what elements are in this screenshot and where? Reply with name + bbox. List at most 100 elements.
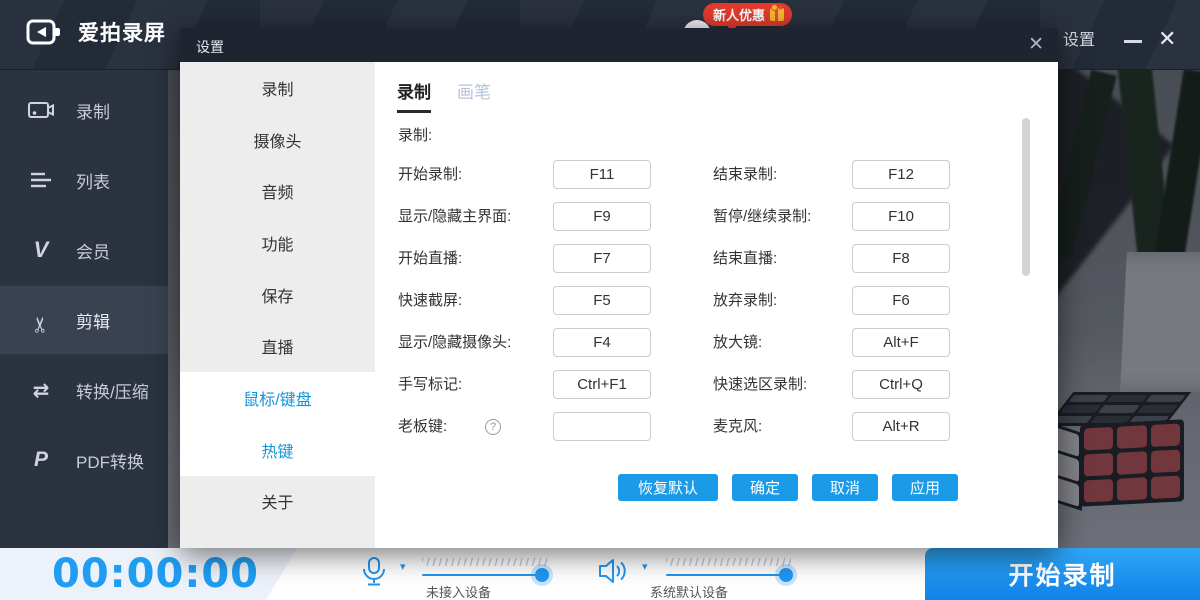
close-icon[interactable]: ✕ (1158, 26, 1176, 52)
hotkey-label: 放大镜: (713, 328, 762, 358)
section-label: 录制: (398, 124, 432, 145)
cancel-button[interactable]: 取消 (812, 474, 878, 501)
nav-item-audio[interactable]: 音频 (180, 165, 375, 217)
hotkey-input-stop-live[interactable]: F8 (852, 244, 950, 273)
hotkey-input-screenshot[interactable]: F5 (553, 286, 651, 315)
nav-item-function[interactable]: 功能 (180, 217, 375, 269)
restore-defaults-button[interactable]: 恢复默认 (618, 474, 718, 501)
speaker-icon[interactable] (598, 558, 628, 584)
hotkey-row: 显示/隐藏摄像头: F4 放大镜: Alt+F (398, 328, 1038, 358)
hotkey-input-discard[interactable]: F6 (852, 286, 950, 315)
hotkey-label: 开始录制: (398, 160, 462, 190)
hotkey-row: 开始录制: F11 结束录制: F12 (398, 160, 1038, 190)
speaker-slider-knob[interactable] (779, 568, 793, 582)
nav-item-mouse-keyboard[interactable]: 鼠标/键盘 (180, 372, 375, 424)
apply-button[interactable]: 应用 (892, 474, 958, 501)
app-title: 爱拍录屏 (78, 17, 166, 47)
hotkey-label: 暂停/继续录制: (713, 202, 811, 232)
sidebar-item-list[interactable]: 列表 (0, 146, 168, 214)
dialog-title-bar: 设置 ✕ (180, 28, 1058, 62)
question-mark-icon[interactable]: ? (485, 419, 501, 435)
settings-dialog: 设置 ✕ 录制 摄像头 音频 功能 保存 直播 鼠标/键盘 热键 关于 录制 画… (180, 28, 1058, 548)
nav-item-hotkey[interactable]: 热键 (180, 424, 375, 476)
nav-item-save[interactable]: 保存 (180, 269, 375, 321)
start-recording-button[interactable]: 开始录制 (925, 548, 1200, 600)
control-bar: 00:00:00 ▾ 未接入设备 ▾ 系统默认设备 开始录制 (0, 548, 1200, 600)
recording-timer: 00:00:00 (52, 551, 252, 597)
hotkey-label: 放弃录制: (713, 286, 777, 316)
sidebar-item-label: PDF转换 (76, 448, 144, 473)
sidebar-item-edit[interactable]: ✂ 剪辑 (0, 286, 168, 354)
topbar-settings-link[interactable]: 设置 (1063, 26, 1095, 50)
nav-item-live[interactable]: 直播 (180, 320, 375, 372)
dialog-buttons: 恢复默认 确定 取消 应用 (618, 474, 958, 501)
sidebar-item-pdf[interactable]: P PDF转换 (0, 426, 168, 494)
speaker-volume-slider[interactable] (666, 558, 791, 576)
sidebar-item-record[interactable]: 录制 (0, 76, 168, 144)
settings-content: 录制 画笔 录制: 开始录制: F11 结束录制: F12 显示/隐藏主界面: … (375, 62, 1058, 548)
hotkey-input-start-live[interactable]: F7 (553, 244, 651, 273)
hotkey-row: 手写标记: Ctrl+F1 快速选区录制: Ctrl+Q (398, 370, 1038, 400)
app-window: 爱拍录屏 新人优惠 设置 ✕ 录制 列表 V 会员 ✂ 剪 (0, 0, 1200, 600)
mic-dropdown-caret[interactable]: ▾ (400, 560, 406, 573)
hotkey-label: 快速选区录制: (713, 370, 807, 400)
app-logo-icon (26, 17, 62, 47)
hotkey-label: 开始直播: (398, 244, 462, 274)
mic-device-label: 未接入设备 (426, 582, 491, 600)
hotkey-row: 显示/隐藏主界面: F9 暂停/继续录制: F10 (398, 202, 1038, 232)
speaker-dropdown-caret[interactable]: ▾ (642, 560, 648, 573)
nav-item-record[interactable]: 录制 (180, 62, 375, 114)
member-v-icon: V (28, 237, 54, 263)
speaker-control: ▾ 系统默认设备 (598, 552, 808, 598)
scrollbar-thumb[interactable] (1022, 118, 1030, 276)
promo-badge-label: 新人优惠 (713, 5, 765, 24)
convert-arrows-icon: ⇄ (28, 378, 54, 403)
mic-slider-knob[interactable] (535, 568, 549, 582)
pdf-icon: P (28, 448, 54, 472)
sidebar-item-member[interactable]: V 会员 (0, 216, 168, 284)
hotkey-input-microphone[interactable]: Alt+R (852, 412, 950, 441)
hotkey-input-magnifier[interactable]: Alt+F (852, 328, 950, 357)
sidebar-item-label: 转换/压缩 (76, 378, 149, 403)
ok-button[interactable]: 确定 (732, 474, 798, 501)
hotkey-label: 显示/隐藏主界面: (398, 202, 511, 232)
gift-icon (770, 8, 784, 21)
hotkey-input-boss-key[interactable] (553, 412, 651, 441)
tab-record[interactable]: 录制 (397, 78, 431, 113)
hotkey-label: 老板键: (398, 412, 447, 442)
hotkey-input-region-record[interactable]: Ctrl+Q (852, 370, 950, 399)
promo-badge[interactable]: 新人优惠 (703, 3, 792, 26)
hotkey-label: 结束直播: (713, 244, 777, 274)
microphone-icon[interactable] (360, 557, 388, 587)
hotkey-row: 快速截屏: F5 放弃录制: F6 (398, 286, 1038, 316)
nav-item-about[interactable]: 关于 (180, 476, 375, 528)
main-sidebar: 录制 列表 V 会员 ✂ 剪辑 ⇄ 转换/压缩 P PDF转换 (0, 70, 168, 548)
slider-ticks (666, 558, 791, 566)
hotkey-input-pause-resume[interactable]: F10 (852, 202, 950, 231)
hotkey-row: 开始直播: F7 结束直播: F8 (398, 244, 1038, 274)
microphone-control: ▾ 未接入设备 (360, 552, 560, 598)
hotkey-input-toggle-camera[interactable]: F4 (553, 328, 651, 357)
hotkey-row: 老板键: ? 麦克风: Alt+R (398, 412, 1038, 442)
list-icon (28, 171, 54, 189)
sidebar-item-label: 剪辑 (76, 308, 110, 333)
hotkey-input-toggle-ui[interactable]: F9 (553, 202, 651, 231)
hotkey-label: 麦克风: (713, 412, 762, 442)
sidebar-item-label: 列表 (76, 168, 110, 193)
sidebar-item-label: 会员 (76, 238, 110, 263)
hotkey-label: 快速截屏: (398, 286, 462, 316)
hotkey-input-start-record[interactable]: F11 (553, 160, 651, 189)
settings-nav: 录制 摄像头 音频 功能 保存 直播 鼠标/键盘 热键 关于 (180, 62, 375, 548)
hotkey-label: 结束录制: (713, 160, 777, 190)
minimize-icon[interactable] (1124, 40, 1142, 43)
mic-volume-slider[interactable] (422, 558, 547, 576)
nav-item-camera[interactable]: 摄像头 (180, 114, 375, 166)
tab-brush[interactable]: 画笔 (457, 78, 491, 113)
dialog-close-icon[interactable]: ✕ (1028, 33, 1044, 56)
slider-ticks (422, 558, 547, 566)
hotkey-label: 手写标记: (398, 370, 462, 400)
hotkey-input-handwriting[interactable]: Ctrl+F1 (553, 370, 651, 399)
hotkey-input-stop-record[interactable]: F12 (852, 160, 950, 189)
sidebar-item-convert[interactable]: ⇄ 转换/压缩 (0, 356, 168, 424)
video-camera-icon (28, 100, 54, 120)
